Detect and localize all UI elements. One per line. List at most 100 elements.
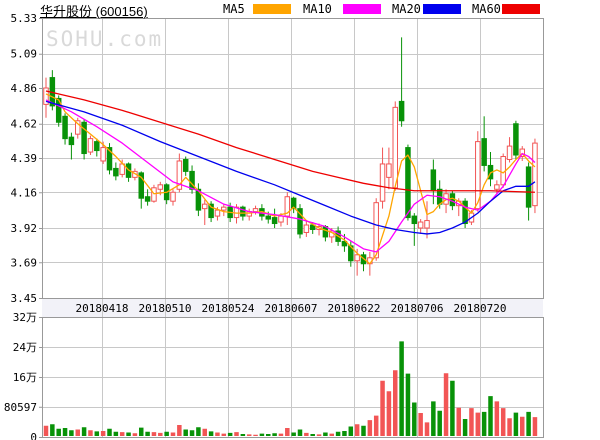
legend-label-ma20: MA20 xyxy=(392,2,421,16)
price-axis-label: 5.09 xyxy=(11,48,38,61)
candle-body xyxy=(533,143,538,206)
candle-body xyxy=(272,218,277,224)
date-label: 20180622 xyxy=(328,302,381,315)
candle-body xyxy=(355,255,360,261)
price-axis-label: 4.86 xyxy=(11,82,38,95)
volume-bar-down xyxy=(56,429,61,436)
volume-bar-up xyxy=(380,381,385,436)
candle-body xyxy=(507,146,512,159)
volume-bar-up xyxy=(533,417,538,436)
ma-line-ma20 xyxy=(46,101,535,234)
volume-bar-up xyxy=(330,434,335,436)
volume-bar-down xyxy=(482,412,487,436)
volume-bar-up xyxy=(76,430,81,437)
volume-bar-down xyxy=(298,430,303,437)
candle-up xyxy=(387,148,392,190)
volume-bar-down xyxy=(209,431,214,436)
volume-bar-up xyxy=(368,420,373,436)
price-axis-label: 3.45 xyxy=(11,292,38,305)
candle-body xyxy=(399,101,404,120)
volume-bar-down xyxy=(139,428,144,436)
candle-down xyxy=(69,133,74,160)
candle-up xyxy=(285,192,290,225)
volume-bar-up xyxy=(215,433,220,437)
price-axis-label: 3.69 xyxy=(11,256,38,269)
volume-bar-down xyxy=(196,427,201,436)
volume-bar-down xyxy=(145,432,150,436)
volume-bar-down xyxy=(50,424,55,436)
candle-up xyxy=(171,189,176,205)
volume-bar-down xyxy=(349,427,354,437)
volume-bar-down xyxy=(399,341,404,436)
volume-bar-up xyxy=(393,370,398,436)
volume-bar-down xyxy=(406,374,411,436)
candle-up xyxy=(380,148,385,209)
candle-body xyxy=(253,209,257,212)
volume-bar-down xyxy=(431,401,436,436)
candle-body xyxy=(412,216,417,223)
candle-body xyxy=(88,139,93,152)
candle-down xyxy=(431,159,436,204)
candle-up xyxy=(533,139,538,213)
volume-bar-up xyxy=(457,408,462,436)
volume-bar-down xyxy=(336,432,341,436)
candle-up xyxy=(253,206,257,215)
price-axis-label: 3.92 xyxy=(11,222,38,235)
candle-down xyxy=(82,119,87,159)
volume-bar-up xyxy=(44,426,49,436)
volume-bar-up xyxy=(495,401,500,436)
volume-bar-up xyxy=(425,422,430,436)
candle-down xyxy=(463,198,468,228)
sohu-watermark: SOHU.com xyxy=(46,27,163,51)
candle-body xyxy=(450,194,455,206)
candle-down xyxy=(183,157,188,176)
price-axis-label: 4.16 xyxy=(11,186,38,199)
volume-bar-up xyxy=(253,435,257,436)
volume-bar-up xyxy=(279,434,284,436)
volume-bar-down xyxy=(272,433,277,436)
volume-layer xyxy=(44,341,537,436)
volume-bar-down xyxy=(450,381,455,436)
candle-body xyxy=(380,164,385,201)
volume-bar-up xyxy=(222,434,227,436)
legend-label-ma10: MA10 xyxy=(303,2,332,16)
candle-up xyxy=(76,118,81,139)
date-label: 20180720 xyxy=(454,302,507,315)
candle-up xyxy=(88,136,93,155)
volume-axis-label: 24万 xyxy=(13,341,37,354)
candle-down xyxy=(63,113,68,144)
candle-body xyxy=(183,159,188,171)
candle-body xyxy=(222,207,227,210)
candle-body xyxy=(215,210,220,216)
date-label: 20180706 xyxy=(391,302,444,315)
date-label: 20180607 xyxy=(265,302,318,315)
candle-body xyxy=(279,216,284,222)
candle-down xyxy=(488,152,493,186)
candle-up xyxy=(222,204,227,216)
volume-bar-up xyxy=(247,434,252,436)
candle-down xyxy=(126,162,131,181)
volume-bar-down xyxy=(412,403,417,437)
candle-down xyxy=(361,252,366,271)
volume-bar-up xyxy=(285,428,290,436)
volume-bar-up xyxy=(158,433,163,436)
candle-body xyxy=(393,107,398,187)
volume-bar-up xyxy=(418,413,423,436)
volume-axis-label: 0 xyxy=(30,431,37,440)
volume-bar-down xyxy=(323,433,328,437)
candle-body xyxy=(101,148,106,161)
kline-chart-canvas[interactable]: SOHU.com5.335.094.864.624.394.163.923.69… xyxy=(0,0,600,440)
candle-down xyxy=(145,189,150,205)
ma-legend: MA5MA10MA20MA60 xyxy=(0,0,600,18)
ma-line-ma10 xyxy=(46,100,535,252)
volume-bar-down xyxy=(361,426,366,436)
volume-bar-down xyxy=(260,434,265,436)
candle-body xyxy=(431,170,436,191)
volume-bar-down xyxy=(437,411,442,436)
ma-line-ma5 xyxy=(46,94,535,264)
volume-bar-down xyxy=(126,433,131,437)
volume-bar-up xyxy=(171,433,176,437)
volume-bar-down xyxy=(488,396,493,436)
volume-bar-up xyxy=(444,373,449,436)
candle-down xyxy=(399,37,404,126)
